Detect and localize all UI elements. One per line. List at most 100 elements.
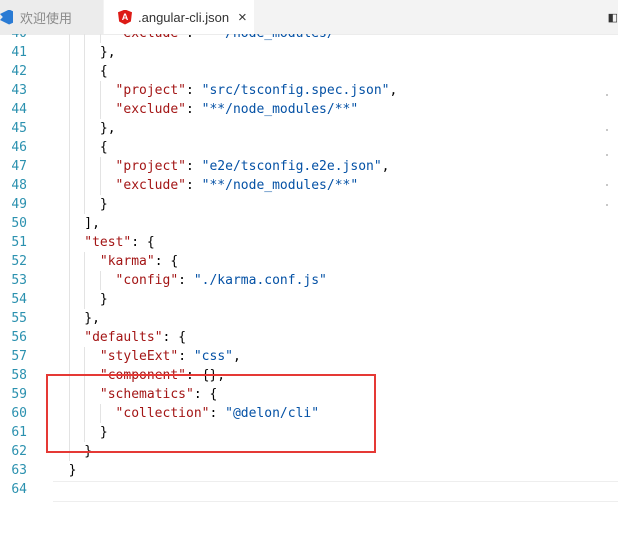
- indent-guide: [68, 271, 70, 290]
- code-line: 44 "exclude": "**/node_modules/**": [0, 100, 618, 119]
- json-string-token: "css": [193, 349, 233, 364]
- punctuation-token: :: [186, 34, 202, 41]
- json-string-token: "e2e/tsconfig.e2e.json": [201, 159, 382, 174]
- indent-guide: [68, 347, 70, 366]
- punctuation-token: ,: [381, 159, 390, 174]
- code-text: {: [100, 138, 108, 157]
- punctuation-token: ,: [389, 83, 398, 98]
- code-text: "exclude": "**/node_modules/**": [116, 176, 359, 195]
- punctuation-token: :: [178, 273, 194, 288]
- indent-guide: [68, 328, 70, 347]
- punctuation-token: {: [99, 140, 108, 155]
- indent-guide: [99, 100, 101, 119]
- indent-guide: [68, 252, 70, 271]
- code-editor[interactable]: 40"exclude": "**/node_modules/**"41},42{…: [0, 34, 618, 541]
- indent-guide: [68, 138, 70, 157]
- json-key-token: "project": [115, 83, 186, 98]
- indent-guide: [99, 157, 101, 176]
- line-number: 45: [11, 121, 27, 136]
- indent-guide: [84, 290, 86, 309]
- minimap-mark: [606, 94, 608, 96]
- json-string-token: "**/node_modules/**": [202, 34, 359, 41]
- line-number: 53: [11, 273, 27, 288]
- code-line: 53 "config": "./karma.conf.js": [0, 271, 618, 290]
- indent-guide: [84, 195, 86, 214]
- indent-guide: [84, 43, 86, 62]
- line-number: 41: [11, 45, 27, 60]
- line-number: 60: [11, 406, 27, 421]
- line-number: 50: [11, 216, 27, 231]
- line-number: 63: [11, 463, 27, 478]
- punctuation-token: },: [84, 311, 100, 326]
- indent-guide: [68, 81, 70, 100]
- code-line: 57 "styleExt": "css",: [0, 347, 618, 366]
- code-line: 55},: [0, 309, 618, 328]
- code-text: }: [100, 195, 108, 214]
- code-line: 56 "defaults": {: [0, 328, 618, 347]
- indent-guide: [84, 34, 86, 43]
- close-icon[interactable]: ×: [238, 9, 247, 26]
- code-text: }: [69, 461, 77, 480]
- punctuation-token: : {: [154, 254, 179, 269]
- code-line: 54}: [0, 290, 618, 309]
- tab-angular-cli-json-label: .angular-cli.json: [138, 9, 230, 25]
- indent-guide: [84, 271, 86, 290]
- punctuation-token: : {: [162, 330, 187, 345]
- code-line: 47 "project": "e2e/tsconfig.e2e.json",: [0, 157, 618, 176]
- tab-welcome[interactable]: 欢迎使用: [0, 0, 103, 34]
- line-number: 46: [11, 140, 27, 155]
- code-line: 63}: [0, 461, 618, 480]
- json-key-token: "karma": [99, 254, 155, 269]
- line-number: 40: [0, 34, 27, 43]
- line-number: 61: [11, 425, 27, 440]
- indent-guide: [68, 195, 70, 214]
- punctuation-token: :: [186, 159, 202, 174]
- code-text: },: [84, 309, 100, 328]
- punctuation-token: :: [186, 178, 202, 193]
- code-text: "test": {: [84, 233, 154, 252]
- red-annotation-box: [46, 374, 376, 453]
- line-number: 42: [11, 64, 27, 79]
- minimap-mark: [606, 184, 608, 186]
- punctuation-token: ],: [84, 216, 100, 231]
- indent-guide: [68, 290, 70, 309]
- indent-guide: [68, 233, 70, 252]
- angular-icon: A: [118, 9, 132, 25]
- indent-guide: [84, 100, 86, 119]
- json-key-token: "exclude": [115, 178, 186, 193]
- line-number: 47: [11, 159, 27, 174]
- code-text: "exclude": "**/node_modules/**": [116, 34, 359, 43]
- indent-guide: [99, 34, 101, 43]
- line-number: 49: [11, 197, 27, 212]
- indent-guide: [84, 138, 86, 157]
- json-string-token: "src/tsconfig.spec.json": [201, 83, 390, 98]
- indent-guide: [68, 119, 70, 138]
- indent-guide: [84, 347, 86, 366]
- indent-guide: [84, 81, 86, 100]
- json-key-token: "exclude": [116, 34, 186, 41]
- split-editor-icon[interactable]: ◧: [608, 11, 618, 24]
- code-text: ],: [84, 214, 100, 233]
- code-line: 41},: [0, 43, 618, 62]
- punctuation-token: :: [178, 349, 194, 364]
- indent-guide: [68, 34, 70, 43]
- indent-guide: [68, 214, 70, 233]
- code-text: "exclude": "**/node_modules/**": [116, 100, 359, 119]
- indent-guide: [99, 81, 101, 100]
- punctuation-token: }: [68, 463, 77, 478]
- indent-guide: [84, 157, 86, 176]
- punctuation-token: ,: [232, 349, 241, 364]
- json-key-token: "defaults": [84, 330, 163, 345]
- minimap-mark: [606, 154, 608, 156]
- minimap-mark: [606, 129, 608, 131]
- code-text: {: [100, 62, 108, 81]
- indent-guide: [68, 43, 70, 62]
- code-text: "config": "./karma.conf.js": [116, 271, 327, 290]
- json-key-token: "config": [115, 273, 179, 288]
- line-number: 51: [11, 235, 27, 250]
- indent-guide: [99, 176, 101, 195]
- punctuation-token: {: [99, 64, 108, 79]
- line-number: 48: [11, 178, 27, 193]
- json-key-token: "project": [115, 159, 186, 174]
- tab-angular-cli-json[interactable]: A .angular-cli.json ×: [104, 0, 254, 34]
